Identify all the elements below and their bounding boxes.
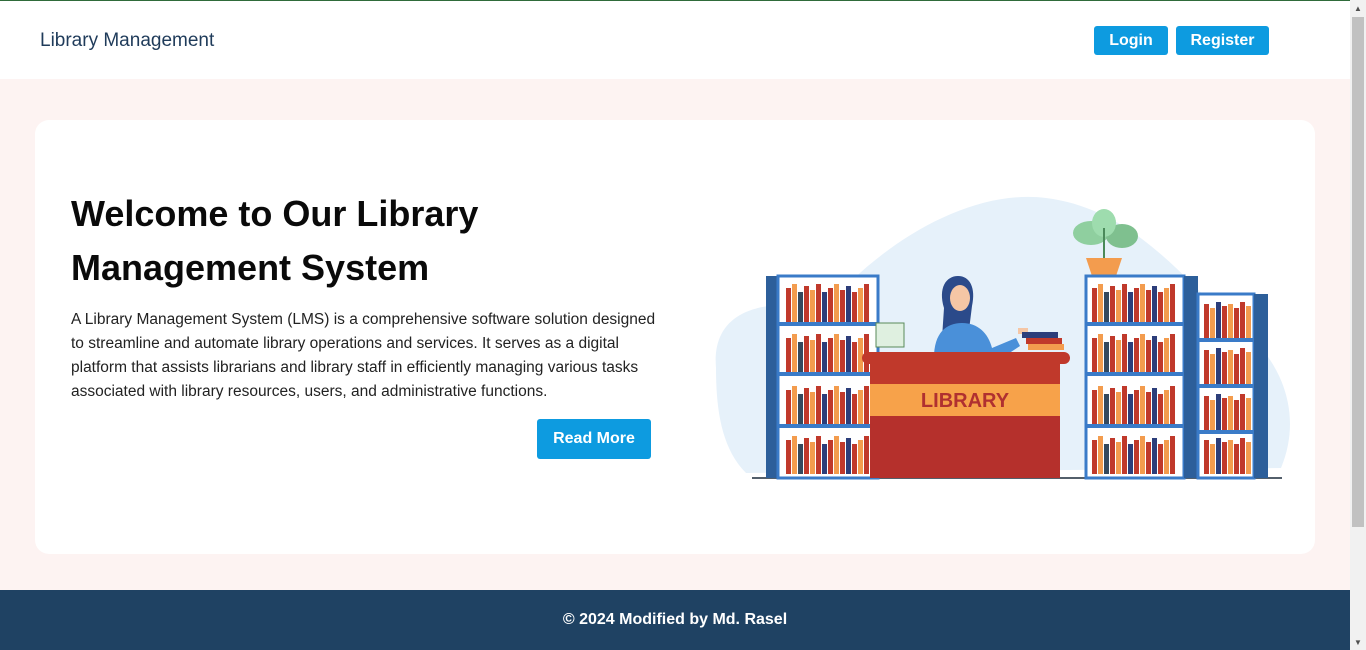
hero-description: A Library Management System (LMS) is a c… [71, 311, 656, 400]
register-button[interactable]: Register [1176, 26, 1269, 55]
scroll-down-icon[interactable]: ▼ [1350, 634, 1366, 650]
brand-link[interactable]: Library Management [40, 30, 214, 52]
desk-label: LIBRARY [921, 390, 1010, 412]
right-bookshelf [1084, 274, 1268, 480]
read-more-button[interactable]: Read More [537, 419, 651, 459]
footer-text: © 2024 Modified by Md. Rasel [562, 611, 788, 628]
footer: © 2024 Modified by Md. Rasel [0, 590, 1350, 650]
navbar: Library Management Login Register [0, 1, 1350, 79]
left-bookshelf [766, 274, 880, 480]
scrollbar[interactable]: ▲ ▼ [1350, 0, 1366, 650]
scrollbar-thumb[interactable] [1352, 17, 1364, 527]
hero-title: Welcome to Our Library Management System [71, 193, 479, 288]
scroll-up-icon[interactable]: ▲ [1350, 0, 1366, 16]
login-button[interactable]: Login [1094, 26, 1168, 55]
library-illustration: LIBRARY [715, 196, 1290, 480]
